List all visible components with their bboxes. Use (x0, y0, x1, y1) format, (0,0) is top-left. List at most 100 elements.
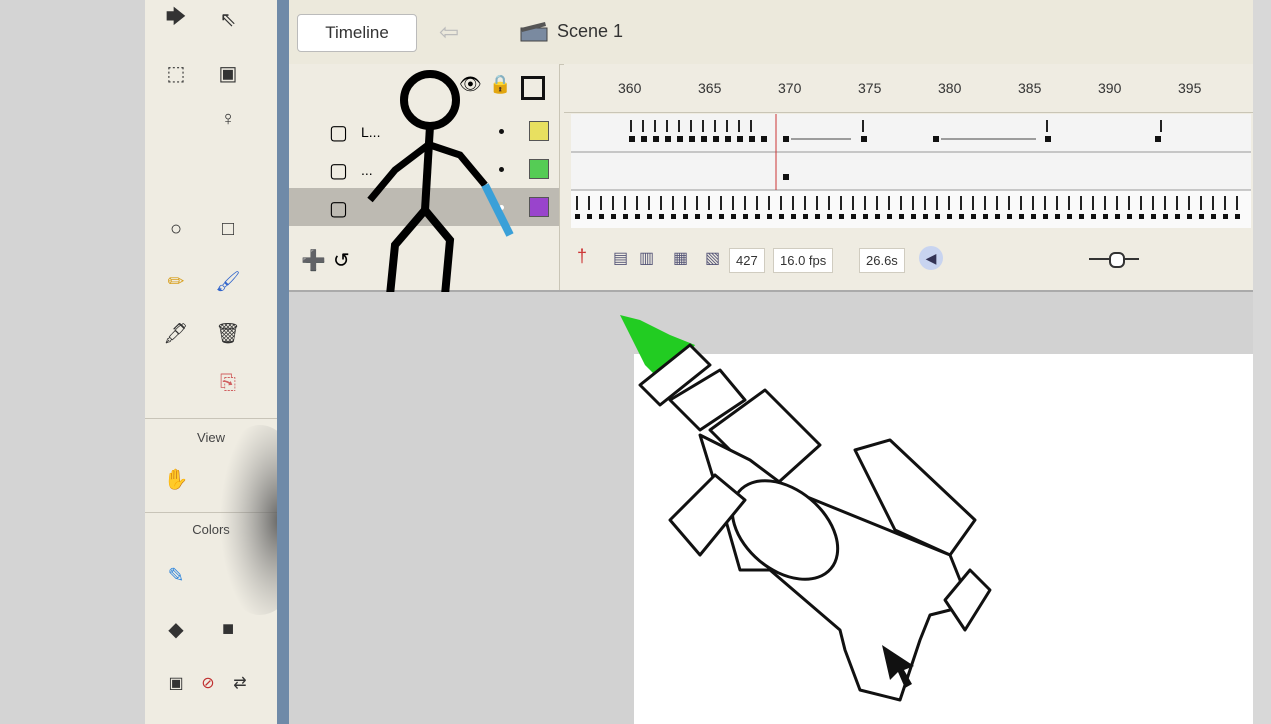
ruler-tick: 370 (778, 80, 802, 96)
keyframe-marker (1211, 214, 1216, 219)
keyframe-marker (851, 214, 856, 219)
keyframe-marker (923, 214, 928, 219)
center-frame-icon[interactable]: ▤ (613, 248, 628, 268)
subselection-tool-icon[interactable]: ⇖ (213, 4, 243, 34)
scene-label[interactable]: Scene 1 (557, 21, 623, 42)
keyframe-marker (611, 214, 616, 219)
layer-color-swatch[interactable] (529, 121, 549, 141)
selection-tool-icon[interactable]: 🡆 (161, 4, 191, 34)
add-motion-guide-icon[interactable]: ↺ (333, 248, 350, 273)
edit-multiple-frames-icon[interactable]: ▧ (705, 248, 720, 268)
layer-color-swatch[interactable] (529, 197, 549, 217)
panel-splitter[interactable] (277, 0, 289, 724)
brush-tool-icon[interactable]: 🖌 (213, 266, 243, 296)
keyframe-marker (767, 214, 772, 219)
scroll-left-icon[interactable]: ◀ (919, 246, 943, 270)
eraser-tool-icon[interactable]: ⎘ (213, 368, 243, 398)
keyframe-marker (755, 214, 760, 219)
keyframe-marker (1187, 214, 1192, 219)
ruler-tick: 360 (618, 80, 642, 96)
insert-layer-icon[interactable]: ➕ (301, 248, 326, 273)
ruler-tick: 375 (858, 80, 882, 96)
ruler-tick: 385 (1018, 80, 1042, 96)
scene-clapper-icon (520, 22, 548, 42)
keyframe-marker (671, 214, 676, 219)
default-colors-icon[interactable]: ▣ (161, 668, 191, 698)
keyframe-marker (791, 214, 796, 219)
keyframe-marker (995, 214, 1000, 219)
outline-icon[interactable] (521, 76, 545, 100)
keyframe-marker (731, 214, 736, 219)
keyframe-marker (1199, 214, 1204, 219)
tab-timeline[interactable]: Timeline (297, 14, 417, 52)
rectangle-tool-icon[interactable]: □ (213, 214, 243, 244)
lasso-tool-icon[interactable]: ♀ (213, 104, 243, 134)
free-transform-tool-icon[interactable]: ⬚ (161, 58, 191, 88)
layer-color-swatch[interactable] (529, 159, 549, 179)
keyframe-marker (659, 214, 664, 219)
elapsed-time: 26.6s (859, 248, 905, 273)
keyframe-marker (1175, 214, 1180, 219)
keyframe-marker (647, 214, 652, 219)
stick-figure-drawing (367, 70, 514, 296)
keyframe-marker (1235, 214, 1240, 219)
keyframe-marker (683, 214, 688, 219)
keyframe-marker (863, 214, 868, 219)
keyframe-marker (575, 214, 580, 219)
keyframe-marker (1103, 214, 1108, 219)
oval-tool-icon[interactable]: ○ (161, 214, 191, 244)
keyframe-marker (623, 214, 628, 219)
fill-color-icon[interactable]: ◆ (161, 614, 191, 644)
keyframe-marker (719, 214, 724, 219)
keyframe-marker (875, 214, 880, 219)
frame-grid[interactable] (571, 114, 1251, 234)
keyframe-marker (935, 214, 940, 219)
onion-skin-icon[interactable]: ▥ (639, 248, 654, 268)
ink-bottle-tool-icon[interactable]: 🖋 (161, 318, 191, 348)
back-arrow-icon[interactable]: ⇦ (439, 18, 459, 47)
layer-icon: ▢ (329, 160, 348, 182)
keyframe-marker (815, 214, 820, 219)
stroke-color-icon[interactable]: ✎ (161, 560, 191, 590)
fill-transform-tool-icon[interactable]: ▣ (213, 58, 243, 88)
keyframe-marker (803, 214, 808, 219)
keyframe-marker (1091, 214, 1096, 219)
keyframe-marker (635, 214, 640, 219)
timeline-status-bar: † ▤ ▥ ▦ ▧ 427 16.0 fps 26.6s ◀ (569, 236, 1253, 286)
motion-blur-artifact (210, 425, 290, 615)
paint-bucket-tool-icon[interactable]: 🗑 (213, 318, 243, 348)
keyframe-marker (1055, 214, 1060, 219)
keyframe-marker (1127, 214, 1132, 219)
keyframe-marker (695, 214, 700, 219)
keyframe-marker (947, 214, 952, 219)
keyframe-marker (1223, 214, 1228, 219)
work-area (289, 354, 634, 724)
playhead-icon[interactable]: † (577, 246, 587, 267)
toolbar-divider (145, 418, 277, 419)
frame-rate[interactable]: 16.0 fps (773, 248, 834, 273)
keyframe-marker (1067, 214, 1072, 219)
keyframe-marker (707, 214, 712, 219)
keyframe-marker (743, 214, 748, 219)
keyframe-marker (1031, 214, 1036, 219)
keyframe-marker (1151, 214, 1156, 219)
hand-tool-icon[interactable]: ✋ (161, 464, 191, 494)
onion-outline-icon[interactable]: ▦ (673, 248, 688, 268)
no-color-icon[interactable]: ⊘ (193, 668, 223, 698)
layer-icon: ▢ (329, 198, 348, 220)
ruler-tick: 380 (938, 80, 962, 96)
keyframe-marker (959, 214, 964, 219)
keyframe-marker (599, 214, 604, 219)
keyframe-marker (971, 214, 976, 219)
window-edge (1253, 0, 1271, 724)
ruler-tick: 365 (698, 80, 722, 96)
pencil-tool-icon[interactable]: ✏ (161, 266, 191, 296)
layer-icon: ▢ (329, 122, 348, 144)
timeline-header: Timeline ⇦ Scene 1 (289, 0, 1253, 65)
keyframe-marker (887, 214, 892, 219)
keyframe-marker (1019, 214, 1024, 219)
keyframe-marker (1115, 214, 1120, 219)
zoom-slider-thumb[interactable] (1109, 252, 1125, 268)
frame-ruler[interactable]: 360 365 370 375 380 385 390 395 (564, 64, 1254, 113)
swap-colors-icon[interactable]: ⇄ (225, 668, 255, 698)
